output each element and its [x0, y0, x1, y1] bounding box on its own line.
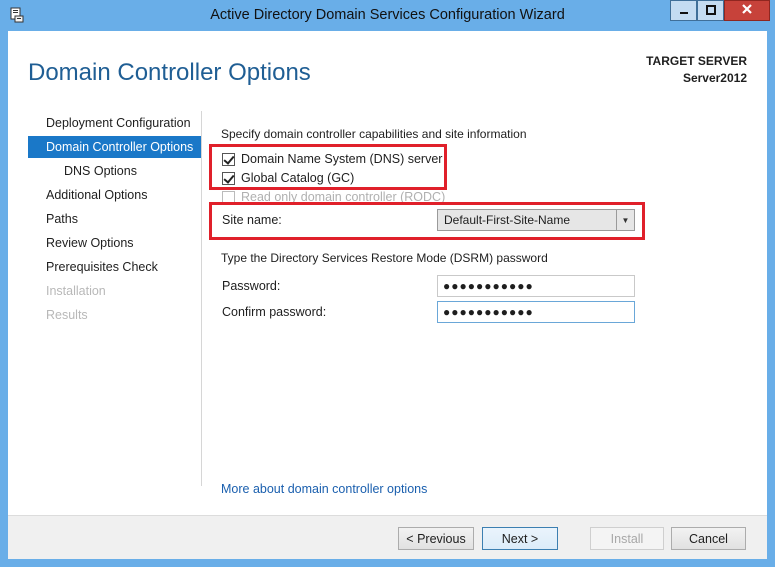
password-field[interactable]: ●●●●●●●●●●●	[437, 275, 635, 297]
wizard-footer: < Previous Next > Install Cancel	[8, 515, 767, 559]
nav-item-review-options[interactable]: Review Options	[28, 232, 201, 254]
nav-item-domain-controller-options[interactable]: Domain Controller Options	[28, 136, 201, 158]
minimize-icon	[679, 4, 689, 18]
nav-item-dns-options[interactable]: DNS Options	[28, 160, 201, 182]
close-icon	[741, 3, 753, 18]
next-button[interactable]: Next >	[482, 527, 558, 550]
nav-item-additional-options[interactable]: Additional Options	[28, 184, 201, 206]
confirm-password-field[interactable]: ●●●●●●●●●●●	[437, 301, 635, 323]
maximize-button[interactable]	[697, 0, 724, 21]
maximize-icon	[705, 4, 716, 18]
title-bar[interactable]: Active Directory Domain Services Configu…	[0, 0, 775, 31]
password-value: ●●●●●●●●●●●	[443, 279, 534, 293]
nav-item-paths[interactable]: Paths	[28, 208, 201, 230]
install-button: Install	[590, 527, 664, 550]
previous-button[interactable]: < Previous	[398, 527, 474, 550]
nav-item-deployment-configuration[interactable]: Deployment Configuration	[28, 112, 201, 134]
more-info-link[interactable]: More about domain controller options	[221, 482, 427, 496]
minimize-button[interactable]	[670, 0, 697, 21]
capabilities-label: Specify domain controller capabilities a…	[221, 127, 527, 141]
confirm-password-label: Confirm password:	[222, 305, 327, 319]
page-title: Domain Controller Options	[28, 59, 311, 86]
password-label: Password:	[222, 279, 281, 293]
close-button[interactable]	[724, 0, 770, 21]
highlight-box-capabilities	[209, 144, 447, 190]
confirm-password-value: ●●●●●●●●●●●	[443, 305, 534, 319]
cancel-button[interactable]: Cancel	[671, 527, 746, 550]
nav-item-installation: Installation	[46, 284, 106, 298]
wizard-window: Active Directory Domain Services Configu…	[0, 0, 775, 567]
highlight-box-site-name	[209, 202, 645, 240]
nav-divider	[201, 111, 202, 486]
window-title: Active Directory Domain Services Configu…	[210, 7, 565, 23]
nav-item-results: Results	[46, 308, 88, 322]
wizard-client-area: Domain Controller Options TARGET SERVER …	[8, 31, 767, 559]
target-server-name: Server2012	[682, 71, 747, 85]
nav-item-prerequisites-check[interactable]: Prerequisites Check	[28, 256, 201, 278]
dsrm-label: Type the Directory Services Restore Mode…	[221, 251, 548, 265]
target-server-label: TARGET SERVER	[646, 54, 747, 68]
